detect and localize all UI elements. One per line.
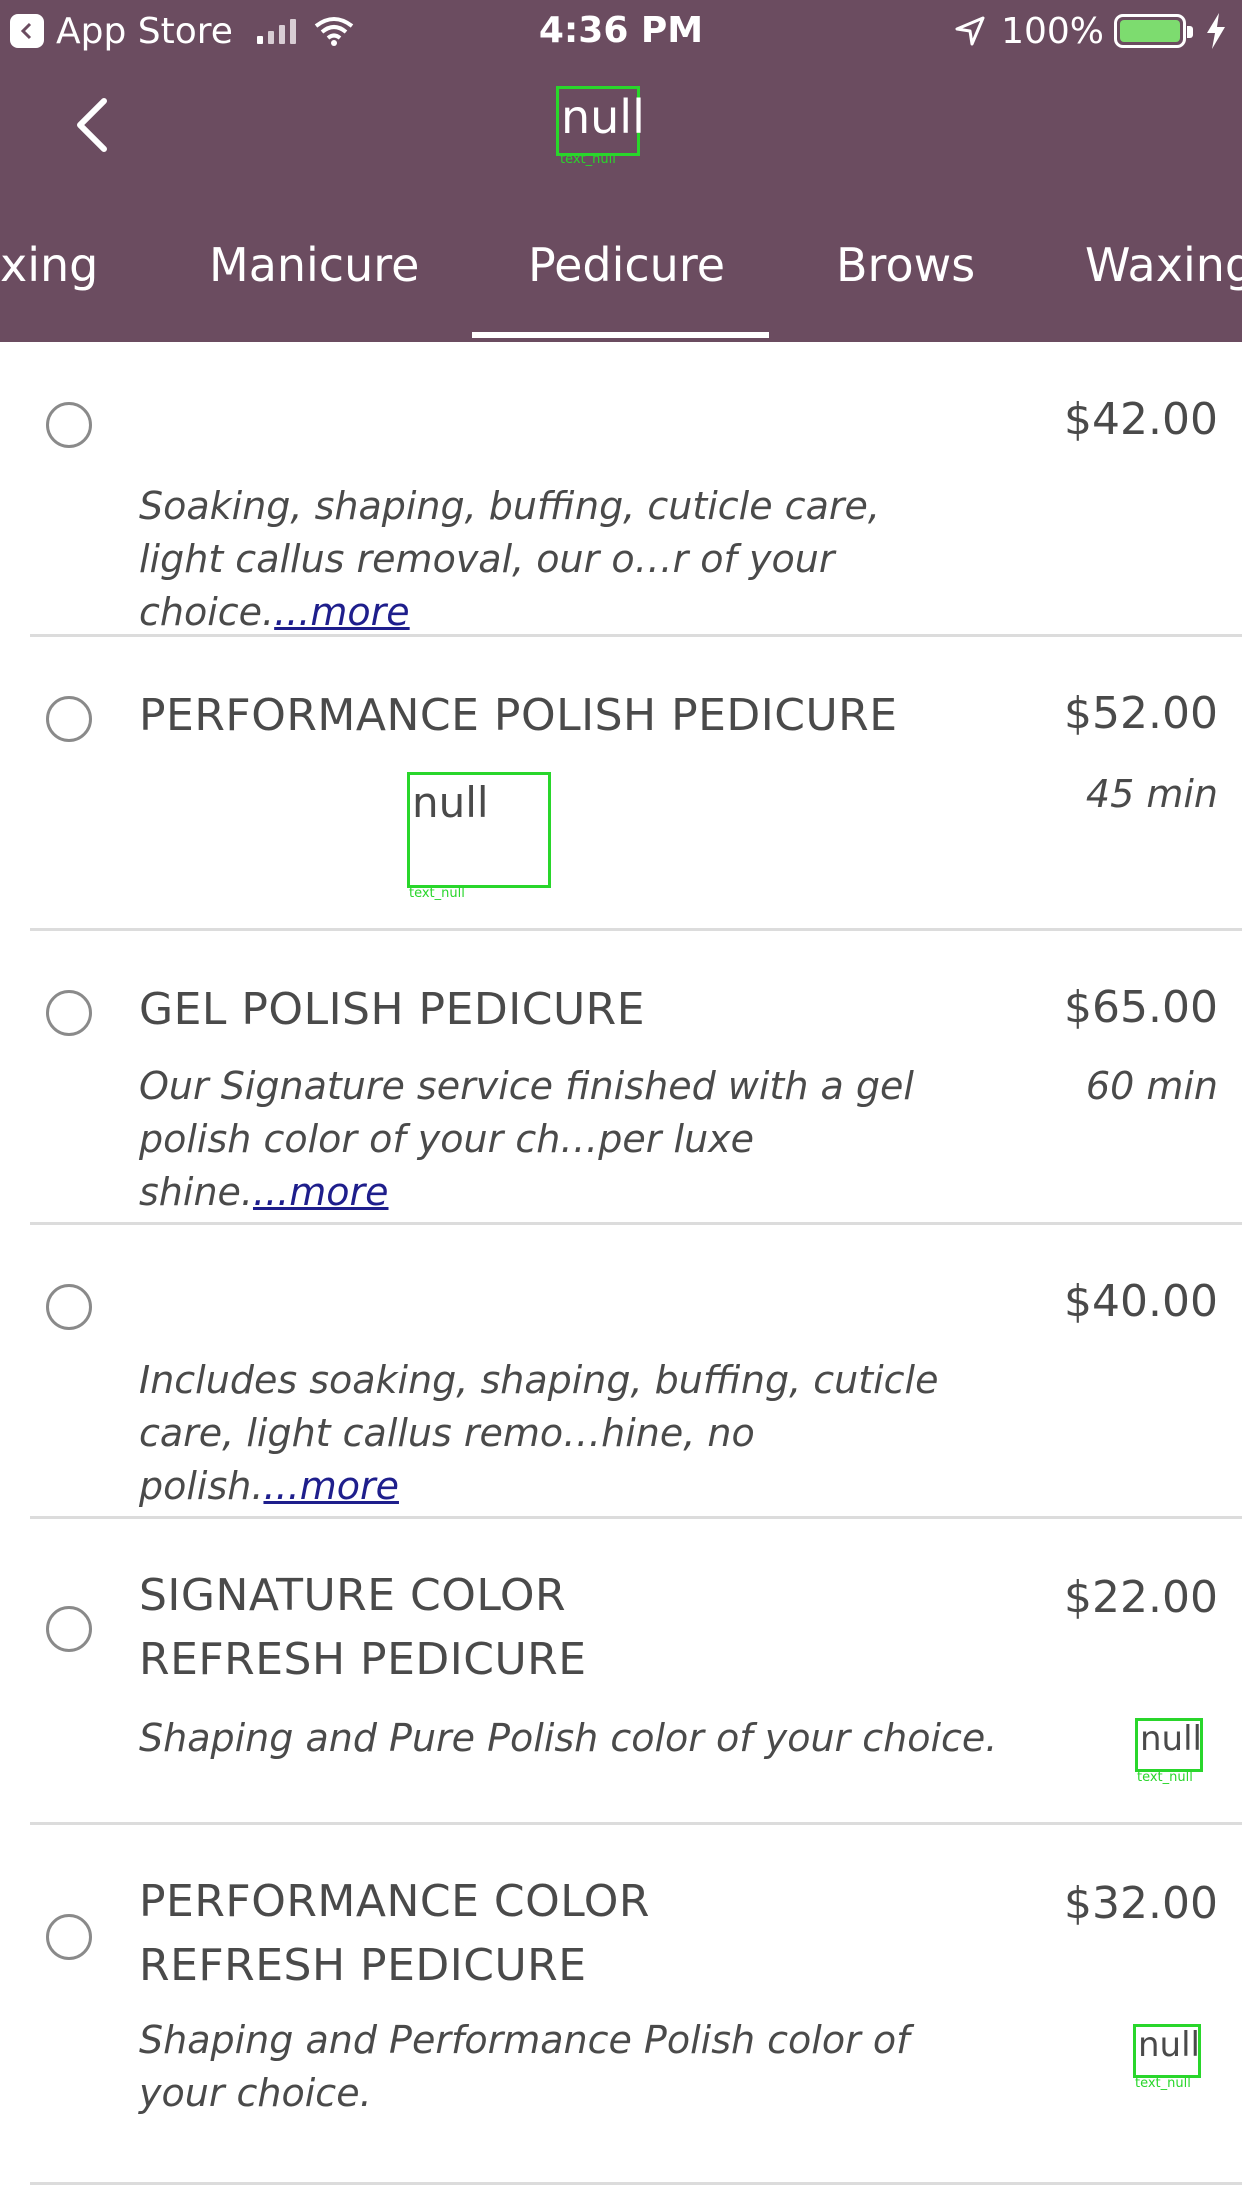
tab-brows[interactable]: Brows	[836, 230, 975, 342]
service-description: Soaking, shaping, buffing, cuticle care,…	[139, 484, 880, 634]
placeholder-tag: text_null	[1135, 2076, 1191, 2091]
select-radio[interactable]	[46, 1284, 92, 1330]
placeholder-tag: text_null	[1137, 1770, 1193, 1785]
service-price: $32.00	[1064, 1878, 1218, 1929]
category-tabs: xing Manicure Pedicure Brows Waxing	[0, 230, 1242, 342]
battery-icon	[1114, 14, 1193, 48]
service-price: $52.00	[1064, 688, 1218, 739]
service-name-line: PERFORMANCE COLOR	[139, 1876, 650, 1927]
list-item[interactable]: PERFORMANCE POLISH PEDICURE $52.00 45 mi…	[0, 636, 1242, 930]
service-name: SIGNATURE COLOR REFRESH PEDICURE	[139, 1564, 587, 1692]
list-item[interactable]: $42.00 Soaking, shaping, buffing, cuticl…	[0, 342, 1242, 636]
service-duration-placeholder: null	[1133, 2024, 1201, 2078]
service-description: Shaping and Performance Polish color of …	[139, 2014, 959, 2120]
list-item[interactable]: $40.00 Includes soaking, shaping, buffin…	[0, 1224, 1242, 1518]
select-radio[interactable]	[46, 1606, 92, 1652]
list-item[interactable]: SIGNATURE COLOR REFRESH PEDICURE $22.00 …	[0, 1518, 1242, 1824]
list-item[interactable]: GEL POLISH PEDICURE $65.00 60 min Our Si…	[0, 930, 1242, 1224]
service-duration-placeholder: null	[1135, 1718, 1203, 1772]
service-description-line: Shaping and Performance Polish color of	[139, 2018, 910, 2062]
service-description: Shaping and Pure Polish color of your ch…	[139, 1716, 998, 1760]
location-arrow-icon	[955, 16, 985, 46]
service-name: GEL POLISH PEDICURE	[139, 984, 646, 1035]
service-price: $65.00	[1064, 982, 1218, 1033]
divider	[30, 2182, 1242, 2185]
service-price: $22.00	[1064, 1572, 1218, 1623]
service-price: $40.00	[1064, 1276, 1218, 1327]
service-duration: 60 min	[1085, 1064, 1218, 1108]
service-duration: 45 min	[1085, 772, 1218, 816]
service-description-line: your choice.	[139, 2071, 372, 2115]
list-item[interactable]: PERFORMANCE COLOR REFRESH PEDICURE $32.0…	[0, 1824, 1242, 2162]
charging-bolt-icon	[1207, 13, 1225, 49]
more-link[interactable]: ...more	[253, 1170, 389, 1214]
select-radio[interactable]	[46, 1914, 92, 1960]
service-price: $42.00	[1064, 394, 1218, 445]
service-name-line: REFRESH PEDICURE	[139, 1634, 587, 1685]
more-link[interactable]: ...more	[263, 1464, 399, 1508]
placeholder-tag: text_null	[409, 886, 465, 901]
select-radio[interactable]	[46, 990, 92, 1036]
app-header: App Store 4:36 PM 100% null text_null xi…	[0, 0, 1242, 342]
page-title: null	[556, 86, 645, 156]
service-description: Includes soaking, shaping, buffing, cuti…	[139, 1358, 939, 1508]
service-name-line: SIGNATURE COLOR	[139, 1570, 567, 1621]
service-description-placeholder: null	[407, 772, 551, 888]
more-link[interactable]: ...more	[274, 590, 410, 634]
service-name-line: REFRESH PEDICURE	[139, 1940, 587, 1991]
battery-percent: 100%	[1001, 10, 1104, 52]
service-name: PERFORMANCE COLOR REFRESH PEDICURE	[139, 1870, 650, 1998]
tab-manicure[interactable]: Manicure	[209, 230, 419, 342]
service-name: PERFORMANCE POLISH PEDICURE	[139, 690, 898, 741]
tab-waxing[interactable]: Waxing	[1085, 230, 1242, 342]
select-radio[interactable]	[46, 696, 92, 742]
select-radio[interactable]	[46, 402, 92, 448]
page-title-tag: text_null	[560, 152, 616, 167]
service-description: Our Signature service finished with a ge…	[139, 1064, 914, 1214]
tab-waxing-partial[interactable]: xing	[0, 230, 98, 342]
tab-pedicure[interactable]: Pedicure	[528, 230, 725, 342]
status-bar: App Store 4:36 PM 100%	[0, 0, 1242, 62]
status-right: 100%	[953, 10, 1228, 52]
back-chevron-icon[interactable]	[68, 95, 118, 155]
selected-tab-indicator	[472, 332, 769, 338]
